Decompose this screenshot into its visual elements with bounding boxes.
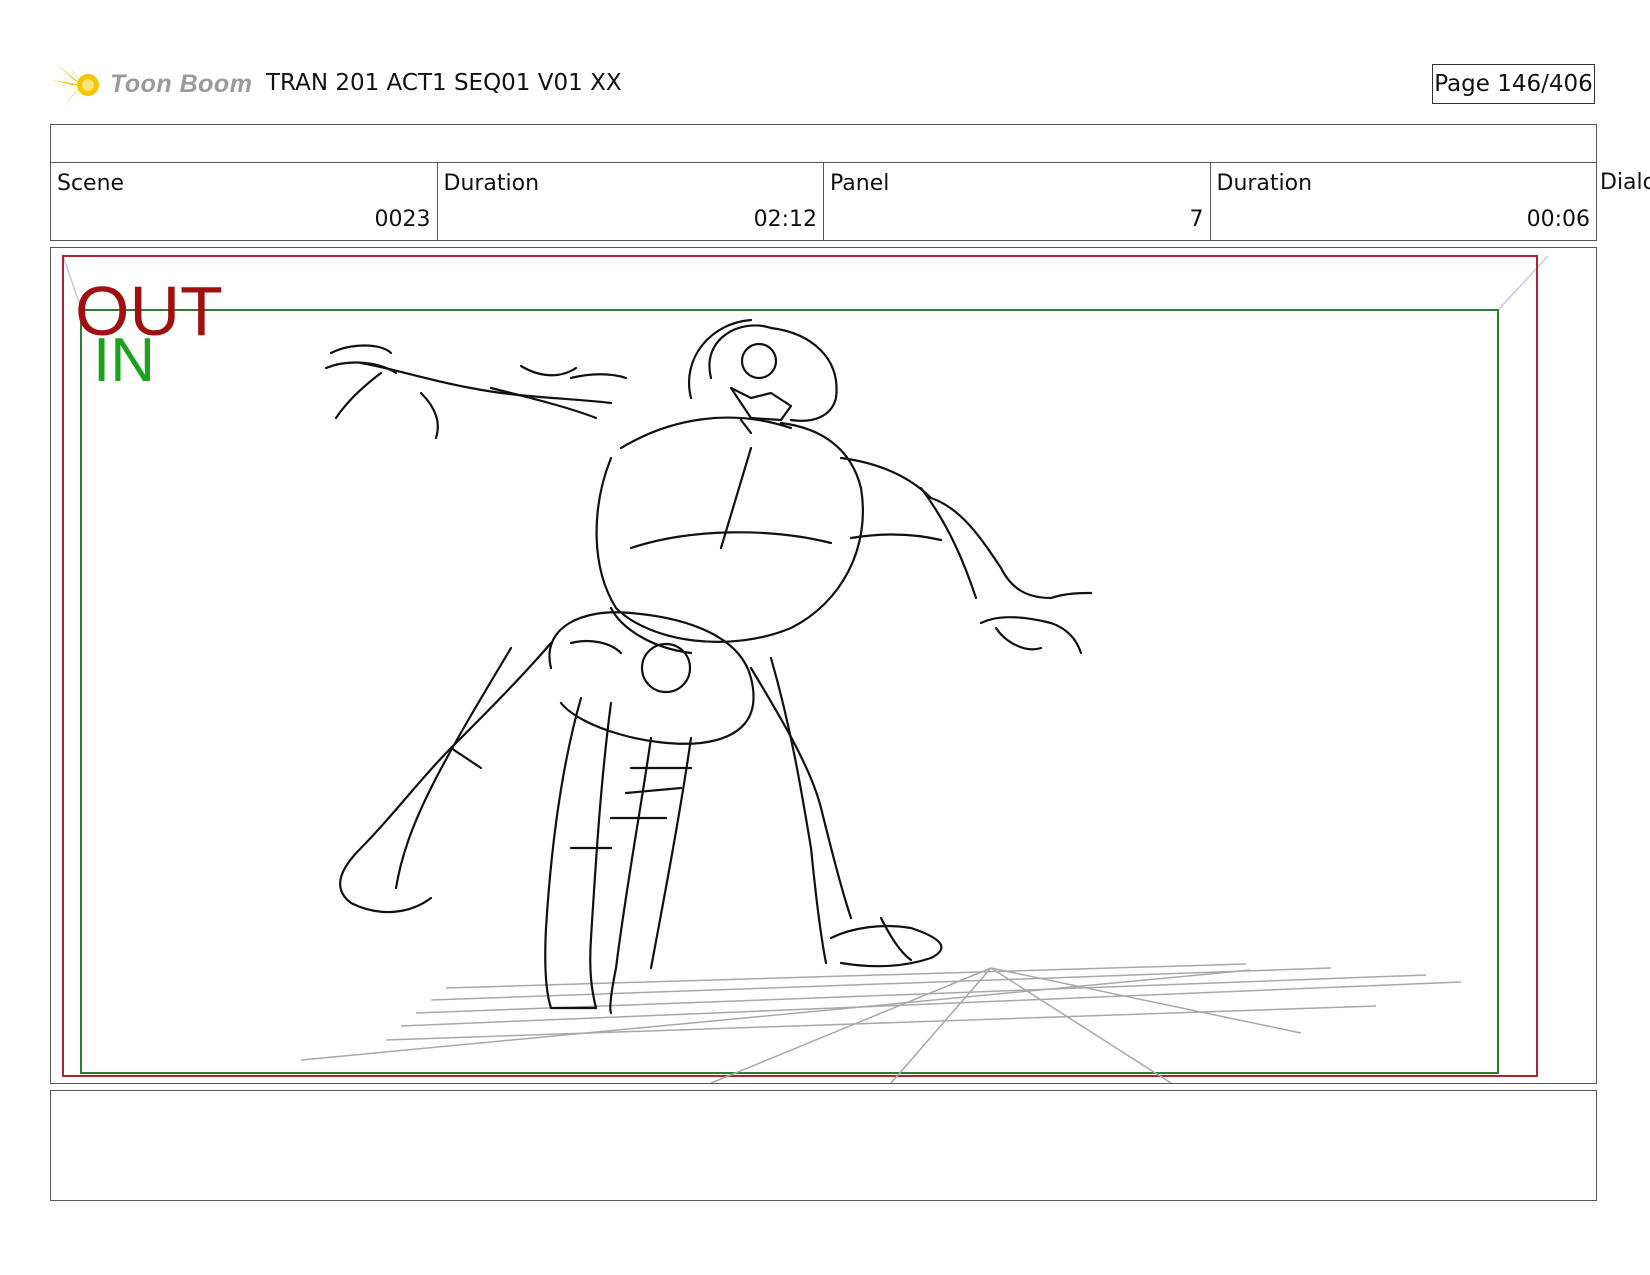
header-strip [50,124,1597,163]
starburst-icon [52,60,99,112]
panel-cell: Panel 7 [824,163,1211,240]
camera-guide-line [1497,255,1549,311]
character-sketch [324,318,1093,1015]
dialog-label: Dialog [1600,170,1650,195]
logo-text: Toon Boom [110,70,253,98]
panel-duration-cell: Duration 00:06 [1211,163,1597,240]
scene-duration-label: Duration [443,171,540,196]
in-label: IN [93,326,155,395]
panel-duration-label: Duration [1216,171,1313,196]
panel-value: 7 [1189,207,1204,232]
panel-drawing [62,255,1549,1083]
out-frame [62,255,1538,1077]
scene-value: 0023 [374,207,431,232]
panel-duration-value: 00:06 [1526,207,1590,232]
document-title: TRAN 201 ACT1 SEQ01 V01 XX [266,70,622,96]
scene-duration-value: 02:12 [753,207,817,232]
scene-label: Scene [57,171,125,196]
toon-boom-logo: Toon Boom [52,58,252,112]
scene-cell: Scene 0023 [51,163,438,240]
notes-box [50,1090,1597,1201]
page-counter: Page 146/406 [1432,64,1595,104]
panel-label: Panel [830,171,890,196]
scene-duration-cell: Duration 02:12 [438,163,824,240]
ground-guides [300,963,1462,1083]
info-row: Scene 0023 Duration 02:12 Panel 7 Durati… [50,162,1597,241]
storyboard-panel: OUT IN [50,247,1597,1084]
